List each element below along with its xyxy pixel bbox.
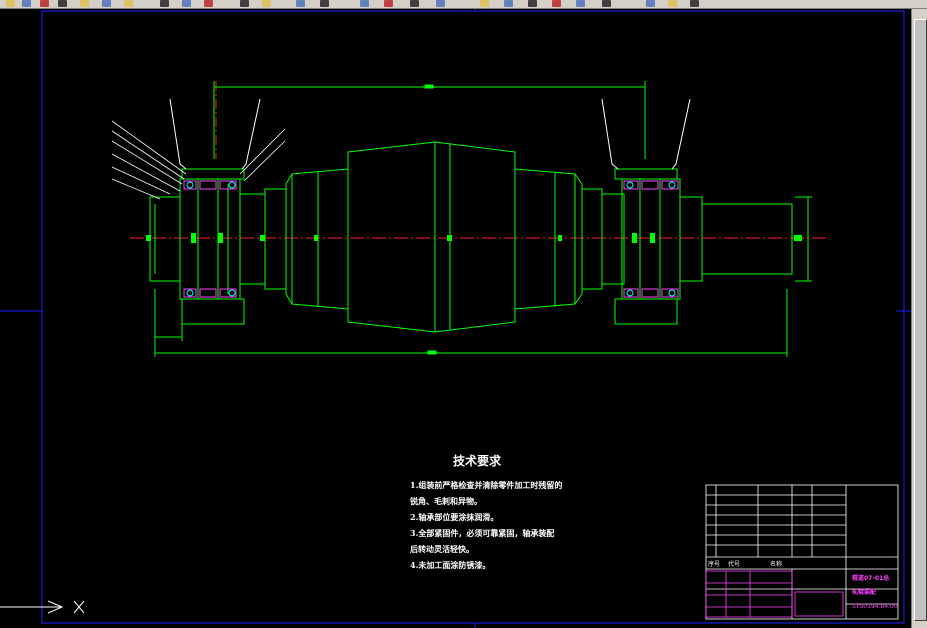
toolbar-button[interactable]: [58, 0, 67, 7]
toolbar-button[interactable]: [40, 0, 49, 7]
toolbar-button[interactable]: [384, 0, 393, 7]
toolbar-button[interactable]: [552, 0, 561, 7]
toolbar-button[interactable]: [668, 0, 677, 7]
roll-shaft-outline: [149, 141, 812, 333]
toolbar-button[interactable]: [6, 0, 15, 7]
toolbar-button[interactable]: [102, 0, 111, 7]
tech-requirement-line: 4.未加工面涂防锈漆。: [410, 560, 491, 570]
tech-requirement-line: 1.组装前严格检查并清除零件加工时残留的: [410, 480, 563, 490]
title-block-col-name: 名称: [770, 561, 783, 568]
toolbar-button[interactable]: [504, 0, 513, 7]
tech-requirement-line: 锐角、毛刺和异物。: [410, 496, 482, 506]
title-block: [705, 484, 899, 620]
toolbar-button[interactable]: [262, 0, 271, 7]
title-block-col-code: 代号: [728, 561, 741, 568]
toolbar-button[interactable]: [204, 0, 213, 7]
toolbar-button[interactable]: [80, 0, 89, 7]
toolbar-button[interactable]: [602, 0, 611, 7]
tech-requirement-line: 后转动灵活轻快。: [410, 544, 474, 554]
drawing-number: 辊道07-01总: [852, 575, 890, 582]
vertical-scrollbar[interactable]: [911, 9, 927, 628]
bottom-dimension: [154, 289, 788, 357]
right-bearing-housing: [614, 168, 681, 325]
tech-requirements-title: 技术要求: [453, 454, 502, 468]
toolbar-button[interactable]: [690, 0, 699, 7]
toolbar-button[interactable]: [576, 0, 585, 7]
toolbar-button[interactable]: [160, 0, 169, 7]
toolbar-button[interactable]: [528, 0, 537, 7]
tech-requirement-line: 3.全部紧固件，必须可靠紧固，轴承装配: [410, 528, 555, 538]
toolbar-button[interactable]: [410, 0, 419, 7]
cad-toolbar: [0, 0, 927, 9]
document-code: SYS0194.84.00: [852, 603, 898, 610]
title-block-magenta: [705, 570, 844, 618]
drawing-name: 轧辊装配: [852, 589, 877, 596]
toolbar-button[interactable]: [480, 0, 489, 7]
scrollbar-thumb[interactable]: [914, 19, 927, 621]
toolbar-button[interactable]: [182, 0, 191, 7]
toolbar-button[interactable]: [646, 0, 655, 7]
title-block-col-seq: 序号: [708, 561, 721, 568]
toolbar-button[interactable]: [22, 0, 31, 7]
toolbar-button[interactable]: [360, 0, 369, 7]
left-bearing-housing: [179, 168, 245, 325]
toolbar-button[interactable]: [124, 0, 133, 7]
lifting-hooks: [169, 98, 691, 170]
toolbar-button[interactable]: [296, 0, 305, 7]
toolbar-button[interactable]: [240, 0, 249, 7]
tech-requirement-line: 2.轴承部位要涂抹润滑。: [410, 512, 499, 522]
toolbar-button[interactable]: [320, 0, 329, 7]
toolbar-button[interactable]: [436, 0, 445, 7]
